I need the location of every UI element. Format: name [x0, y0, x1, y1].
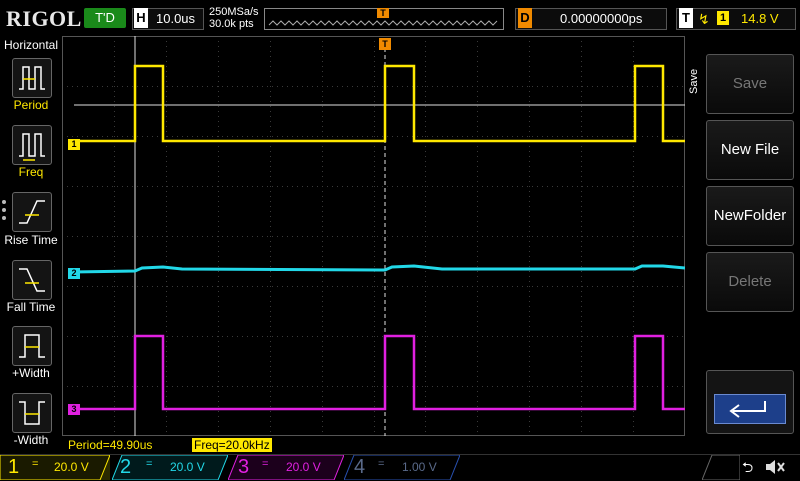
negative-width-label: -Width — [13, 433, 49, 447]
period-icon — [19, 66, 45, 90]
freq-label: Freq — [18, 165, 44, 179]
return-arrow-icon — [729, 401, 766, 418]
ch2-scale: 20.0 V — [170, 460, 205, 474]
measure-negative-width-button[interactable] — [12, 393, 52, 433]
period-measurement: Period=49.90us — [68, 438, 153, 452]
ch2-coupling-icon: = — [146, 458, 153, 470]
menu-title: Save — [688, 68, 700, 94]
trigger-source-badge: 1 — [717, 11, 729, 25]
trigger-time-marker: T — [379, 38, 391, 50]
sample-rate: 250MSa/s — [209, 6, 259, 18]
new-file-button[interactable]: New File — [706, 120, 794, 180]
frequency-icon — [19, 133, 45, 161]
ch3-coupling-icon: = — [262, 458, 269, 470]
rising-edge-icon: ↯ — [698, 11, 710, 27]
ch2-number: 2 — [120, 456, 132, 478]
ch1-number: 1 — [8, 456, 20, 478]
horizontal-label: H — [134, 8, 148, 28]
timebase-value: 10.0us — [156, 11, 196, 26]
memory-depth: 30.0k pts — [209, 18, 254, 30]
negative-width-icon — [19, 401, 45, 425]
freq-measurement: Freq=20.0kHz — [192, 438, 272, 452]
waveform-display[interactable] — [62, 36, 685, 436]
delay-label: D — [518, 8, 532, 28]
ch4-scale: 1.00 V — [402, 460, 437, 474]
panel-title: Horizontal — [3, 38, 59, 52]
ch4-coupling-icon: = — [378, 458, 385, 470]
rise-time-icon — [19, 200, 45, 224]
measure-fall-time-button[interactable] — [12, 260, 52, 300]
usb-icon: ⮌ — [742, 459, 754, 475]
ch1-coupling-icon: = — [32, 458, 39, 470]
ch3-number: 3 — [238, 456, 250, 478]
rigol-logo: RIGOL — [6, 6, 82, 31]
period-label: Period — [13, 98, 49, 112]
positive-width-label: +Width — [12, 366, 50, 380]
fall-time-icon — [19, 268, 45, 292]
status-frame-right — [702, 455, 740, 480]
trigger-status-badge[interactable]: T'D — [84, 8, 126, 28]
positive-width-icon — [19, 334, 45, 358]
ch3-ground-marker[interactable]: 3 — [68, 404, 80, 415]
measure-period-button[interactable] — [12, 58, 52, 98]
measure-freq-button[interactable] — [12, 125, 52, 165]
trigger-position-marker: T — [377, 8, 389, 18]
trigger-level: 14.8 V — [741, 11, 779, 26]
ch1-ground-marker[interactable]: 1 — [68, 139, 80, 150]
delay-value: 0.00000000ps — [560, 11, 643, 26]
new-folder-button[interactable]: NewFolder — [706, 186, 794, 246]
ch2-ground-marker[interactable]: 2 — [68, 268, 80, 279]
ch4-number: 4 — [354, 456, 366, 478]
delete-button[interactable]: Delete — [706, 252, 794, 312]
fall-time-label: Fall Time — [6, 300, 56, 314]
ch3-scale: 20.0 V — [286, 460, 321, 474]
save-button[interactable]: Save — [706, 54, 794, 114]
ch1-scale: 20.0 V — [54, 460, 89, 474]
measure-rise-time-button[interactable] — [12, 192, 52, 232]
measure-positive-width-button[interactable] — [12, 326, 52, 366]
page-dots — [2, 200, 8, 224]
speaker-muted-icon[interactable] — [764, 458, 786, 476]
return-icon-box — [714, 394, 786, 424]
measurement-bar — [62, 436, 685, 454]
rise-time-label: Rise Time — [4, 233, 58, 247]
trigger-label: T — [679, 8, 693, 28]
